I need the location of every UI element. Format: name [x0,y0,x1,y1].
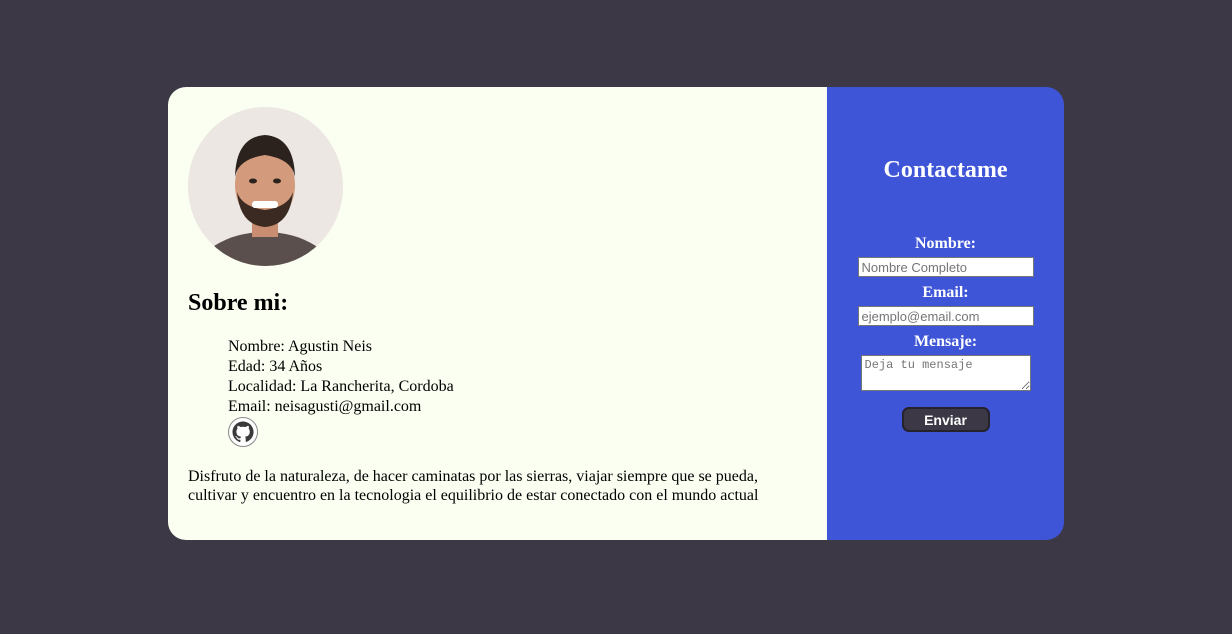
bio-text: Disfruto de la naturaleza, de hacer cami… [188,468,759,504]
contact-form: Nombre: Email: Mensaje: Enviar [827,234,1064,432]
message-label: Mensaje: [913,333,978,350]
github-icon [232,421,254,443]
about-panel: Sobre mi: Nombre: Agustin Neis Edad: 34 … [168,87,827,540]
name-input[interactable] [857,257,1034,277]
profile-card: Sobre mi: Nombre: Agustin Neis Edad: 34 … [168,87,1064,540]
info-name: Nombre: Agustin Neis [228,338,372,355]
about-title: Sobre mi: [188,290,289,316]
name-label: Nombre: [914,235,977,252]
message-textarea[interactable] [860,355,1031,391]
email-input[interactable] [857,306,1034,326]
github-link[interactable] [228,417,258,447]
email-label: Email: [922,284,969,301]
info-list: Nombre: Agustin Neis Edad: 34 Años Local… [228,337,454,417]
profile-photo [188,107,343,266]
contact-panel: Contactame Nombre: Email: Mensaje: Envia… [827,87,1064,540]
submit-button[interactable]: Enviar [901,407,990,432]
contact-title: Contactame [883,157,1008,183]
avatar [188,107,343,266]
info-location: Localidad: La Rancherita, Cordoba [228,378,454,395]
info-age: Edad: 34 Años [228,358,323,375]
info-email: Email: neisagusti@gmail.com [228,398,422,415]
